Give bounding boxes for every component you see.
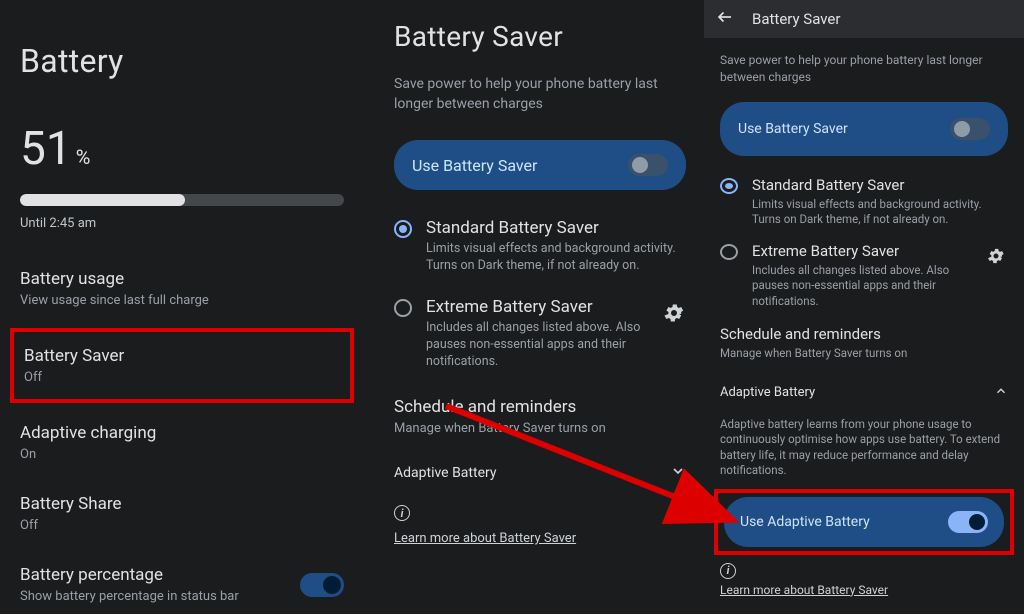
adaptive-battery-label: Adaptive Battery xyxy=(394,465,497,481)
adaptive-battery-expander[interactable]: Adaptive Battery xyxy=(394,451,686,495)
radio-unchecked-icon[interactable] xyxy=(394,299,412,317)
topbar-title: Battery Saver xyxy=(752,10,840,28)
adaptive-battery-desc: Adaptive battery learns from your phone … xyxy=(720,417,1008,479)
radio-checked-icon[interactable] xyxy=(720,178,738,194)
adaptive-charging-item[interactable]: Adaptive charging On xyxy=(20,407,344,478)
extreme-saver-sub: Includes all changes listed above. Also … xyxy=(752,263,970,310)
adaptive-battery-expander[interactable]: Adaptive Battery xyxy=(720,372,1008,414)
use-battery-saver-toggle[interactable] xyxy=(950,118,990,140)
settings-battery-panel: Battery 51 % Until 2:45 am Battery usage… xyxy=(0,0,364,614)
battery-usage-label: Battery usage xyxy=(20,269,344,289)
use-battery-saver-label: Use Battery Saver xyxy=(738,121,848,137)
battery-until-text: Until 2:45 am xyxy=(20,216,344,231)
battery-percentage-toggle[interactable] xyxy=(300,573,344,597)
use-battery-saver-pill[interactable]: Use Battery Saver xyxy=(720,102,1008,156)
schedule-item[interactable]: Schedule and reminders Manage when Batte… xyxy=(720,325,1008,362)
battery-percent-symbol: % xyxy=(76,145,91,169)
standard-saver-option[interactable]: Standard Battery Saver Limits visual eff… xyxy=(720,176,1008,228)
battery-saver-desc: Save power to help your phone battery la… xyxy=(394,75,686,114)
schedule-sub: Manage when Battery Saver turns on xyxy=(720,346,1008,362)
extreme-saver-option[interactable]: Extreme Battery Saver Includes all chang… xyxy=(720,242,1008,310)
extreme-saver-option[interactable]: Extreme Battery Saver Includes all chang… xyxy=(394,297,686,371)
battery-usage-sub: View usage since last full charge xyxy=(20,293,344,308)
schedule-sub: Manage when Battery Saver turns on xyxy=(394,420,686,438)
page-title: Battery xyxy=(20,42,344,80)
adaptive-charging-sub: On xyxy=(20,447,344,462)
battery-percentage-label: Battery percentage xyxy=(20,565,239,585)
standard-saver-sub: Limits visual effects and background act… xyxy=(752,197,1008,228)
page-title: Battery Saver xyxy=(394,20,686,53)
extreme-saver-title: Extreme Battery Saver xyxy=(426,297,648,317)
radio-unchecked-icon[interactable] xyxy=(720,244,738,260)
info-icon: i xyxy=(394,505,410,521)
battery-saver-label: Battery Saver xyxy=(24,346,340,366)
highlight-battery-saver: Battery Saver Off xyxy=(10,328,354,403)
use-adaptive-battery-toggle[interactable] xyxy=(948,511,988,533)
schedule-title: Schedule and reminders xyxy=(394,397,686,417)
battery-progress-bar xyxy=(20,194,344,206)
info-icon: i xyxy=(720,563,736,579)
battery-share-item[interactable]: Battery Share Off xyxy=(20,478,344,549)
battery-progress-fill xyxy=(20,194,185,206)
use-adaptive-battery-pill[interactable]: Use Adaptive Battery xyxy=(724,497,1004,547)
chevron-down-icon xyxy=(670,463,686,483)
adaptive-charging-label: Adaptive charging xyxy=(20,423,344,443)
battery-saver-sub: Off xyxy=(24,370,340,385)
extreme-saver-title: Extreme Battery Saver xyxy=(752,242,970,260)
standard-saver-title: Standard Battery Saver xyxy=(752,176,1008,194)
battery-percentage-sub: Show battery percentage in status bar xyxy=(20,589,239,604)
battery-share-sub: Off xyxy=(20,518,344,533)
learn-more-row[interactable]: i xyxy=(394,505,686,521)
battery-saver-panel: Battery Saver Save power to help your ph… xyxy=(364,0,704,614)
use-battery-saver-label: Use Battery Saver xyxy=(412,156,537,175)
adaptive-battery-label: Adaptive Battery xyxy=(720,385,815,400)
battery-saver-item[interactable]: Battery Saver Off xyxy=(24,338,340,393)
back-arrow-icon[interactable] xyxy=(716,8,734,31)
battery-percent-number: 51 xyxy=(20,122,72,176)
learn-more-link[interactable]: Learn more about Battery Saver xyxy=(394,531,576,546)
battery-usage-item[interactable]: Battery usage View usage since last full… xyxy=(20,253,344,324)
gear-icon[interactable] xyxy=(984,246,1008,266)
use-battery-saver-toggle[interactable] xyxy=(628,154,668,176)
standard-saver-sub: Limits visual effects and background act… xyxy=(426,241,686,275)
schedule-item[interactable]: Schedule and reminders Manage when Batte… xyxy=(394,397,686,438)
use-battery-saver-pill[interactable]: Use Battery Saver xyxy=(394,140,686,190)
standard-saver-title: Standard Battery Saver xyxy=(426,218,686,238)
schedule-title: Schedule and reminders xyxy=(720,325,1008,343)
battery-saver-panel-expanded: Battery Saver Save power to help your ph… xyxy=(704,0,1024,614)
radio-checked-icon[interactable] xyxy=(394,220,412,238)
extreme-saver-sub: Includes all changes listed above. Also … xyxy=(426,320,648,371)
top-bar: Battery Saver xyxy=(704,0,1024,38)
learn-more-link[interactable]: Learn more about Battery Saver xyxy=(720,583,888,597)
battery-percentage-item[interactable]: Battery percentage Show battery percenta… xyxy=(20,549,344,614)
use-adaptive-battery-label: Use Adaptive Battery xyxy=(740,514,870,530)
standard-saver-option[interactable]: Standard Battery Saver Limits visual eff… xyxy=(394,218,686,275)
chevron-up-icon xyxy=(994,384,1008,402)
battery-percent: 51 % xyxy=(20,122,344,176)
battery-share-label: Battery Share xyxy=(20,494,344,514)
gear-icon[interactable] xyxy=(662,301,686,325)
battery-saver-desc: Save power to help your phone battery la… xyxy=(720,52,1008,86)
